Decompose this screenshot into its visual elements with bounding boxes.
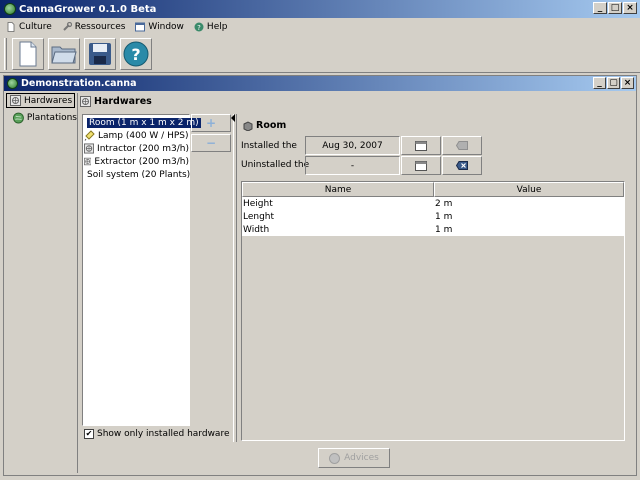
remove-hardware-button[interactable]: − (191, 134, 231, 152)
document-close-button[interactable]: × (621, 77, 634, 89)
cell-value: 1 m (435, 224, 453, 235)
maximize-button[interactable]: □ (608, 2, 622, 14)
uninstalled-label: Uninstalled the (241, 160, 310, 170)
new-document-icon (19, 41, 37, 67)
cell-name: Height (243, 198, 273, 209)
panel-splitter[interactable] (233, 114, 237, 442)
table-header: Name Value (242, 182, 624, 197)
document-maximize-button[interactable]: ▢ (607, 77, 620, 89)
help-icon: ? (194, 22, 204, 32)
uninstalled-calendar-button[interactable] (401, 156, 441, 175)
menu-ressources[interactable]: Ressources (62, 21, 125, 32)
close-button[interactable]: × (623, 2, 637, 14)
installed-clear-button[interactable] (442, 136, 482, 155)
installed-date-field[interactable]: Aug 30, 2007 (305, 136, 400, 155)
window-titlebar: CannaGrower 0.1.0 Beta _ □ × (0, 0, 640, 18)
section-title: Hardwares (80, 96, 152, 107)
table-row[interactable]: Height 2 m (242, 197, 624, 210)
table-row[interactable]: Lenght 1 m (242, 210, 624, 223)
uninstalled-date-field[interactable]: - (305, 156, 400, 175)
left-nav: Hardwares Plantations (6, 93, 78, 473)
list-item[interactable]: Soil system (20 Plants) (83, 168, 190, 181)
show-installed-checkbox[interactable]: ✔ (84, 429, 94, 439)
installed-calendar-button[interactable] (401, 136, 441, 155)
document-globe-icon (7, 78, 18, 89)
show-installed-label: Show only installed hardware (97, 429, 230, 439)
nav-plantations[interactable]: Plantations (6, 110, 77, 125)
help-button[interactable]: ? (120, 38, 152, 70)
lamp-icon (84, 130, 95, 141)
open-folder-icon (51, 46, 77, 64)
menu-culture[interactable]: Culture (6, 22, 52, 32)
minimize-button[interactable]: _ (593, 2, 607, 14)
advices-icon (329, 452, 341, 464)
save-button[interactable] (84, 38, 116, 70)
add-hardware-button[interactable]: + (191, 114, 231, 132)
menu-window[interactable]: Window (135, 22, 184, 32)
column-header-name[interactable]: Name (242, 182, 434, 197)
calendar-icon (415, 140, 427, 151)
list-item[interactable]: Extractor (200 m3/h) (83, 155, 189, 168)
toolbar-grip[interactable] (4, 38, 7, 70)
cell-value: 1 m (435, 211, 453, 222)
svg-text:?: ? (197, 24, 201, 32)
help-circle-icon: ? (123, 41, 149, 67)
splitter-arrow-icon[interactable] (231, 114, 236, 122)
list-item[interactable]: Lamp (400 W / HPS) (83, 129, 189, 142)
menu-help[interactable]: ? Help (194, 22, 227, 32)
table-row[interactable]: Width 1 m (242, 223, 624, 236)
menu-bar: Culture Ressources Window ? Help (0, 18, 640, 35)
detail-title: Room (243, 120, 286, 131)
advices-button[interactable]: Advices (318, 448, 390, 468)
page-icon (7, 21, 15, 32)
document-titlebar: Demonstration.canna _ ▢ × (4, 76, 636, 91)
document-minimize-button[interactable]: _ (593, 77, 606, 89)
window-title: CannaGrower 0.1.0 Beta (19, 3, 157, 15)
cell-value: 2 m (435, 198, 453, 209)
list-item[interactable]: Intractor (200 m3/h) (83, 142, 189, 155)
clear-icon (456, 161, 468, 170)
clear-disabled-icon (456, 141, 468, 150)
document-title: Demonstration.canna (21, 78, 137, 89)
plantation-globe-icon (13, 112, 24, 123)
uninstalled-clear-button[interactable] (442, 156, 482, 175)
wrench-icon (63, 21, 72, 31)
hardware-fan-icon (80, 96, 91, 107)
show-installed-row[interactable]: ✔ Show only installed hardware (84, 429, 229, 439)
hardware-fan-icon (10, 95, 21, 106)
save-disk-icon (89, 43, 111, 65)
properties-table[interactable]: Name Value Height 2 m Lenght 1 m Width 1… (241, 181, 625, 441)
list-item[interactable]: Room (1 m x 1 m x 2 m) (83, 116, 201, 129)
fan-icon (84, 143, 95, 154)
cell-name: Width (243, 224, 270, 235)
room-cube-icon (243, 120, 253, 131)
open-folder-button[interactable] (48, 38, 80, 70)
nav-hardwares[interactable]: Hardwares (6, 93, 75, 108)
cell-name: Lenght (243, 211, 275, 222)
window-icon (135, 22, 146, 31)
app-globe-icon (4, 3, 16, 15)
column-header-value[interactable]: Value (434, 182, 624, 197)
hardware-list[interactable]: Room (1 m x 1 m x 2 m) Lamp (400 W / HPS… (82, 114, 201, 426)
fan-icon (84, 157, 92, 166)
calendar-icon (415, 160, 427, 171)
new-document-button[interactable] (12, 38, 44, 70)
svg-text:?: ? (131, 45, 140, 64)
installed-label: Installed the (241, 141, 297, 151)
